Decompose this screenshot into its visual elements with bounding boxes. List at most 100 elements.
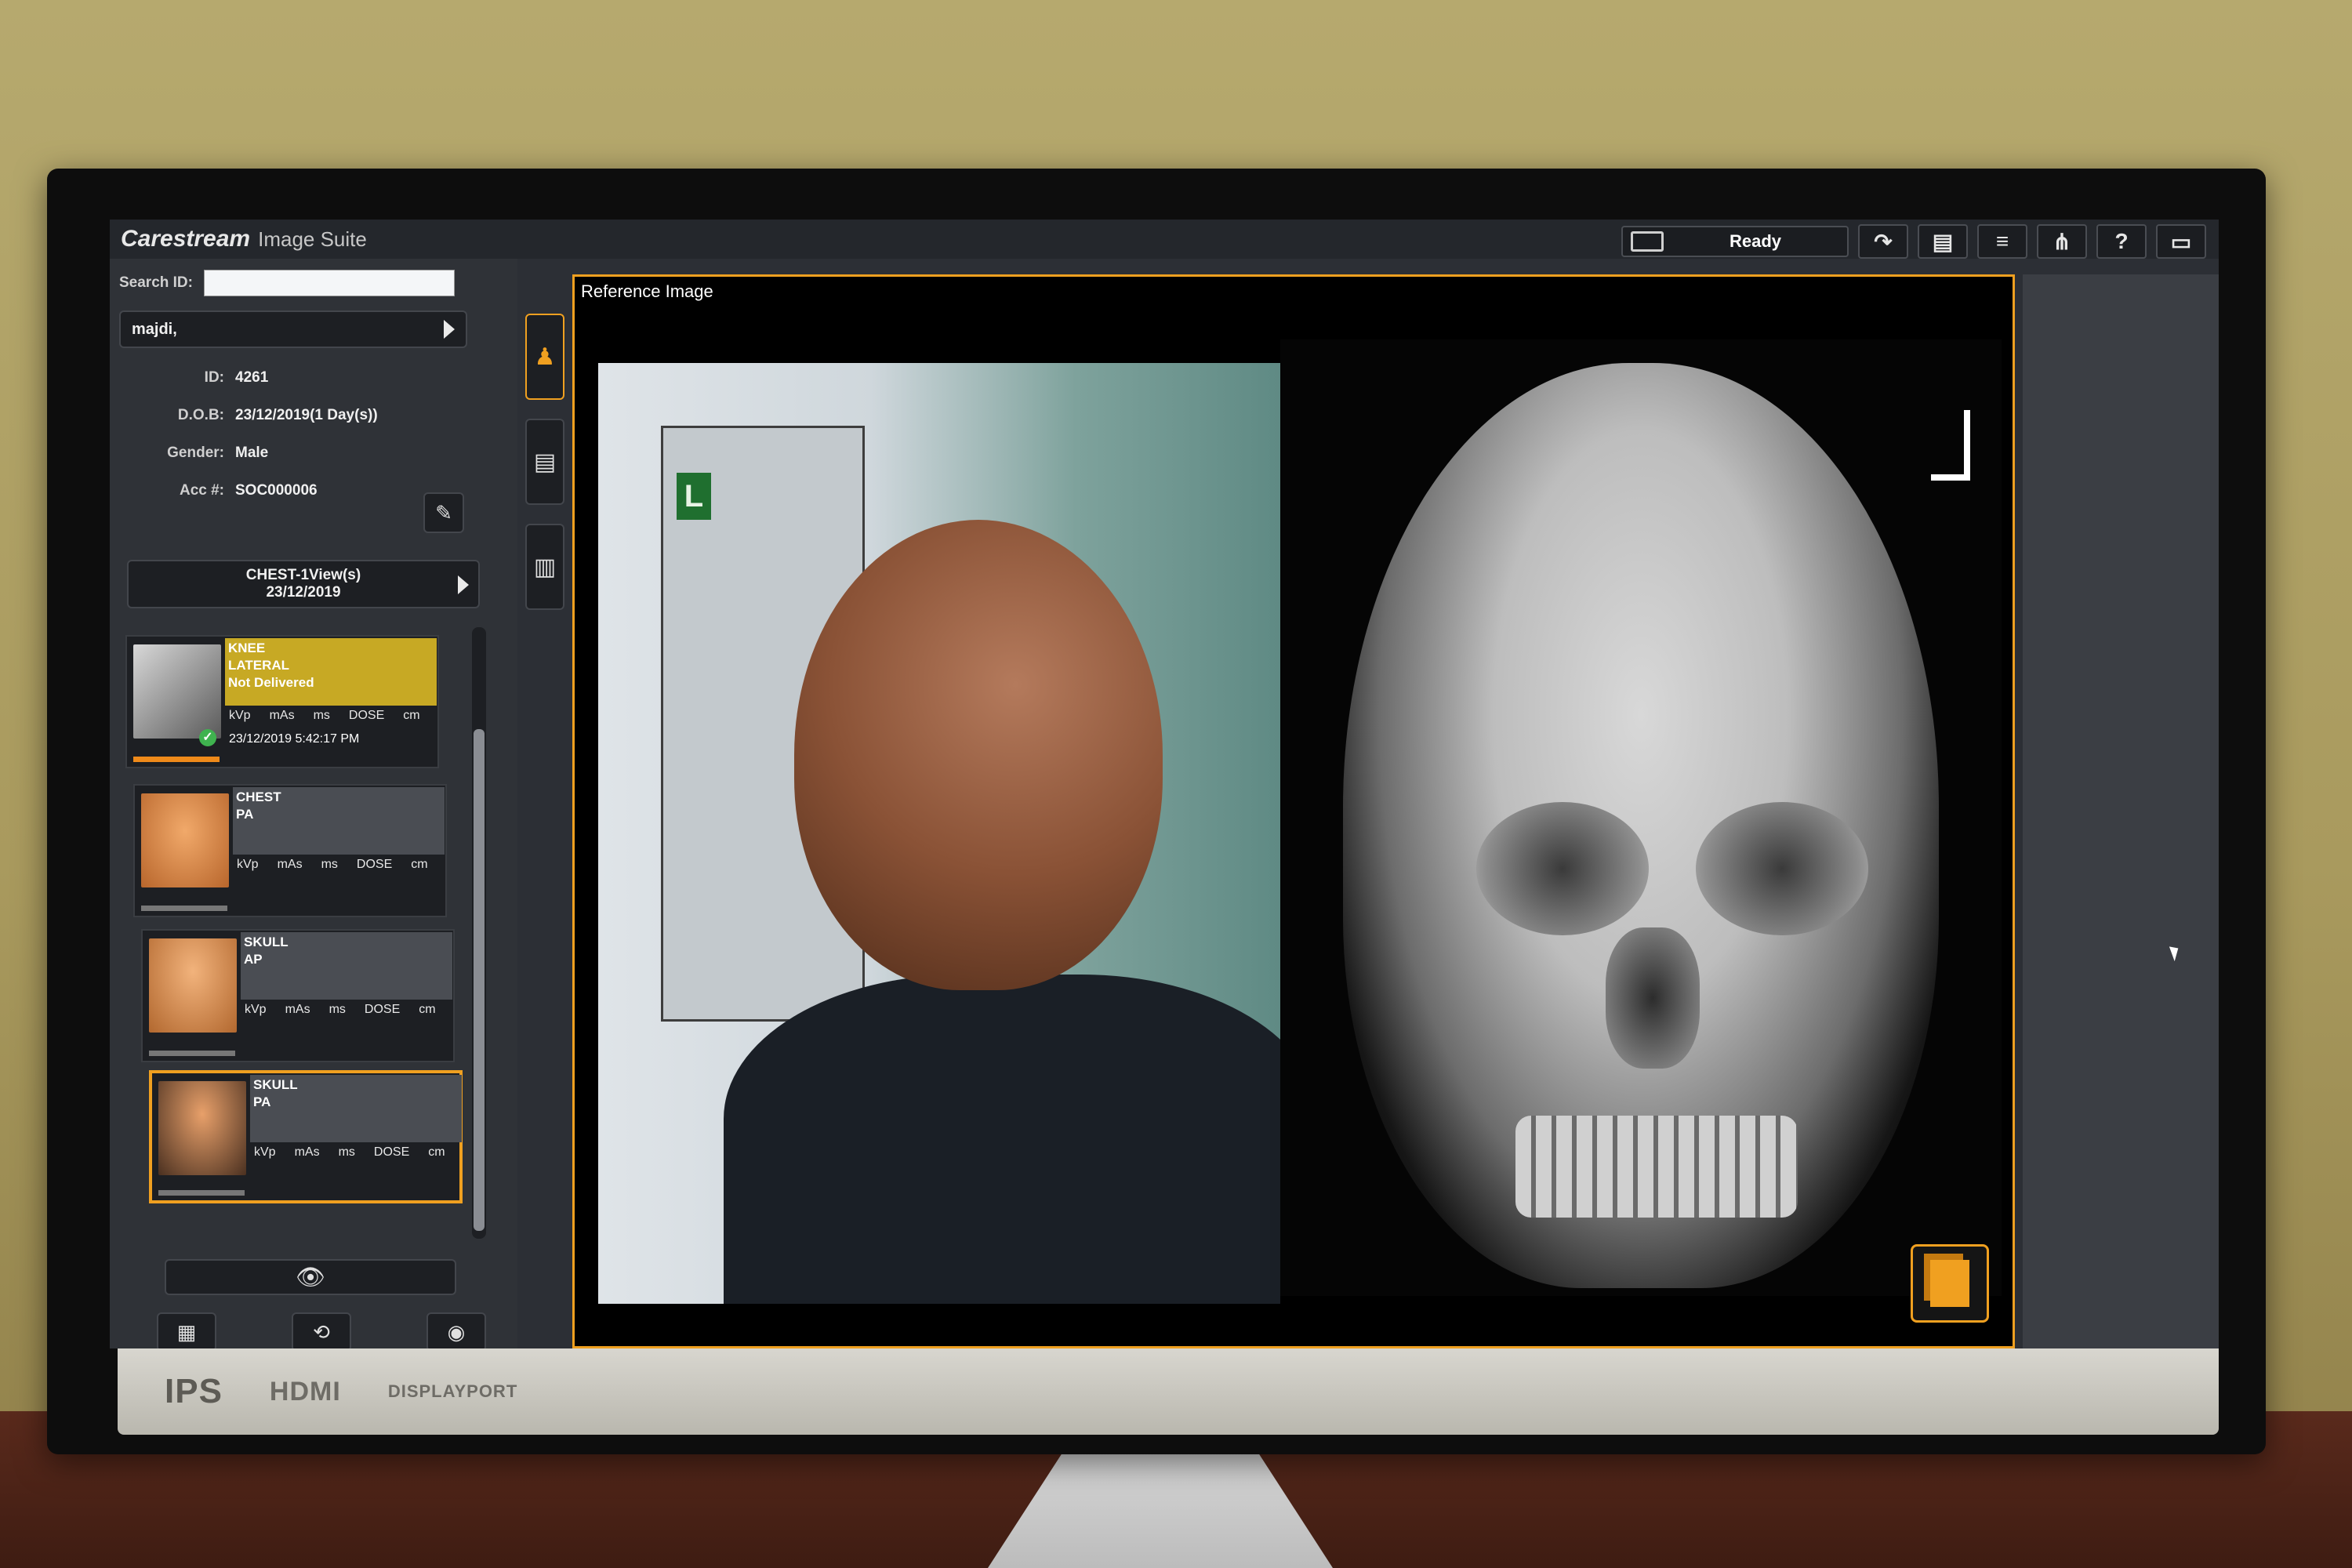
info-value: SOC000006	[235, 482, 318, 499]
monitor-arrow-icon: ⟲	[313, 1319, 330, 1344]
print-icon: ▤	[533, 448, 557, 475]
thumbnail-list: KNEE LATERAL Not Delivered kVp mAs ms DO…	[125, 627, 470, 1239]
info-value: 23/12/2019(1 Day(s))	[235, 407, 378, 423]
param-mas: mAs	[269, 709, 295, 722]
acquire-button[interactable]: ♟	[525, 314, 564, 400]
param-kvp: kVp	[229, 709, 251, 722]
compare-button[interactable]: ▥	[525, 524, 564, 610]
chevron-right-icon	[458, 575, 469, 594]
thumbnail-image	[133, 644, 221, 739]
progress-bar	[133, 757, 220, 762]
thumbnail-knee-lateral[interactable]: KNEE LATERAL Not Delivered kVp mAs ms DO…	[125, 635, 439, 768]
redo-button[interactable]: ↷	[1858, 224, 1908, 259]
redo-icon: ↷	[1874, 229, 1893, 254]
thumbnail-body-part: SKULL	[244, 935, 289, 949]
thumbnail-label: SKULL PA	[250, 1075, 462, 1142]
exposure-params: kVp mAs ms DOSE cm	[237, 858, 428, 872]
param-kvp: kVp	[254, 1145, 276, 1159]
camera-button[interactable]: ◉	[426, 1312, 486, 1348]
param-kvp: kVp	[245, 1003, 267, 1016]
grid-icon: ▦	[176, 1319, 197, 1344]
network-button[interactable]: ⋔	[2037, 224, 2087, 259]
thumbnail-chest-pa[interactable]: CHEST PA kVp mAs ms DOSE cm	[133, 784, 447, 917]
thumbnail-view: PA	[253, 1094, 271, 1109]
param-dose: DOSE	[348, 709, 385, 722]
add-view-button[interactable]: 👁	[165, 1259, 456, 1295]
print-button[interactable]: ▤	[1918, 224, 1968, 259]
thumbnail-body-part: CHEST	[236, 789, 281, 804]
panel-actions: ▦ ⟲ ◉	[157, 1312, 486, 1348]
thumbnail-scrollbar[interactable]	[472, 627, 486, 1239]
skull-xray	[1280, 339, 2002, 1296]
exposure-params: kVp mAs ms DOSE cm	[245, 1003, 436, 1017]
body-part-icon: ♟	[534, 343, 556, 370]
print-strip-button[interactable]: ▤	[525, 419, 564, 505]
thumbnail-view: LATERAL	[228, 658, 290, 673]
patient-name: majdi,	[132, 320, 177, 338]
param-ms: ms	[321, 858, 338, 871]
left-orbit	[1476, 802, 1649, 935]
layout-button[interactable]: ▦	[157, 1312, 216, 1348]
title-bar: Carestream Image Suite Ready ↷ ▤ ≡ ⋔ ? ▭	[110, 220, 2219, 259]
edit-patient-button[interactable]: ✎	[423, 492, 464, 533]
skull-image	[1343, 363, 1939, 1288]
toolbar: Ready ↷ ▤ ≡ ⋔ ? ▭	[1621, 224, 2206, 259]
thumbnail-status: Not Delivered	[228, 675, 314, 690]
thumbnail-image	[149, 938, 237, 1033]
database-button[interactable]: ≡	[1977, 224, 2027, 259]
image-viewer[interactable]: Reference Image L	[572, 274, 2015, 1348]
patient-selector[interactable]: majdi,	[119, 310, 467, 348]
thumbnail-body-part: KNEE	[228, 641, 266, 655]
info-key: Acc #:	[179, 482, 224, 499]
thumbnail-skull-ap[interactable]: SKULL AP kVp mAs ms DOSE cm	[141, 929, 455, 1062]
param-dose: DOSE	[356, 858, 393, 871]
teeth	[1515, 1116, 1798, 1218]
info-key: ID:	[204, 369, 224, 386]
help-button[interactable]: ?	[2096, 224, 2147, 259]
param-ms: ms	[338, 1145, 355, 1159]
monitor-switch-button[interactable]: ⟲	[292, 1312, 351, 1348]
thumbnail-view: PA	[236, 807, 254, 822]
thumbnail-label: SKULL AP	[241, 932, 452, 1000]
compare-icon: ▥	[533, 554, 557, 580]
patient-panel: Search ID: majdi, ID: 4261 D.O.B: 23/12/…	[110, 259, 517, 1348]
thumbnail-image	[158, 1081, 246, 1175]
patient-head	[794, 520, 1163, 990]
param-cm: cm	[403, 709, 420, 722]
eye-plus-icon: 👁	[295, 1264, 326, 1290]
status-indicator: Ready	[1621, 226, 1849, 257]
image-stack-button[interactable]	[1911, 1244, 1989, 1323]
ips-badge: IPS	[165, 1372, 223, 1410]
camera-icon: ◉	[447, 1319, 466, 1344]
monitor-icon	[1631, 231, 1664, 252]
displayport-badge: DISPLAYPORT	[387, 1381, 518, 1401]
search-input[interactable]	[203, 270, 455, 296]
scrollbar-thumb[interactable]	[474, 729, 485, 1231]
info-key: D.O.B:	[177, 407, 224, 423]
search-row: Search ID:	[119, 270, 455, 296]
exposure-params: kVp mAs ms DOSE cm	[254, 1145, 445, 1160]
param-mas: mAs	[277, 858, 303, 871]
study-date: 23/12/2019	[266, 584, 341, 601]
info-row-dob: D.O.B: 23/12/2019(1 Day(s))	[110, 397, 478, 434]
progress-bar	[158, 1190, 245, 1196]
info-value: 4261	[235, 369, 269, 386]
folder-icon: ▭	[2170, 229, 2192, 254]
thumbnail-label: CHEST PA	[233, 787, 445, 855]
pencil-icon: ✎	[435, 500, 452, 524]
study-selector[interactable]: CHEST-1View(s) 23/12/2019	[127, 560, 480, 608]
exposure-params: kVp mAs ms DOSE cm	[229, 709, 420, 723]
patient-shirt	[724, 975, 1280, 1304]
product-name: Image Suite	[258, 227, 367, 251]
thumbnail-image	[141, 793, 229, 887]
thumbnail-skull-pa[interactable]: SKULL PA kVp mAs ms DOSE cm	[149, 1070, 463, 1203]
hdmi-badge: HDMI	[269, 1376, 341, 1406]
param-dose: DOSE	[373, 1145, 410, 1159]
progress-bar	[141, 906, 227, 911]
folder-button[interactable]: ▭	[2156, 224, 2206, 259]
info-row-id: ID: 4261	[110, 359, 478, 397]
param-dose: DOSE	[364, 1003, 401, 1016]
stack-icon	[1930, 1260, 1969, 1307]
info-row-gender: Gender: Male	[110, 434, 478, 472]
status-text: Ready	[1729, 231, 1782, 251]
